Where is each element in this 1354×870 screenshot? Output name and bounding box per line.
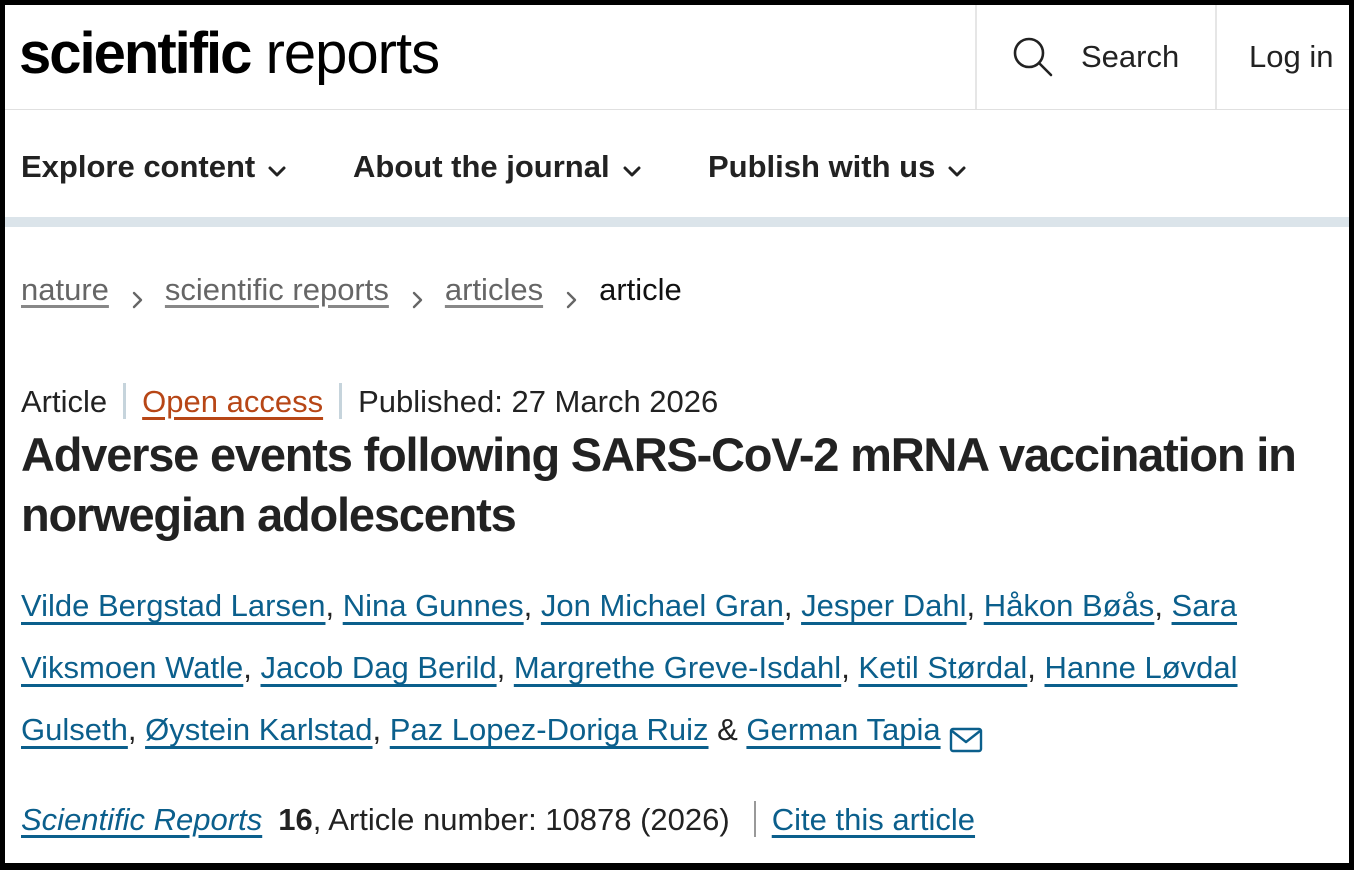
breadcrumb: nature scientific reports articles article	[21, 269, 682, 311]
login-label: Log in	[1249, 39, 1334, 74]
author-link[interactable]: Nina Gunnes	[343, 588, 524, 623]
author-separator: ,	[783, 588, 802, 623]
published-date: Published: 27 March 2026	[358, 384, 719, 419]
nav-item-about-the-journal[interactable]: About the journal	[353, 147, 644, 187]
author-separator: ,	[841, 650, 859, 685]
journal-link[interactable]: Scientific Reports	[21, 802, 262, 837]
meta-divider	[123, 382, 127, 419]
breadcrumb-link-nature[interactable]: nature	[21, 272, 109, 307]
breadcrumb-current: article	[599, 272, 682, 307]
article-meta: Article Open access Published: 27 March 20…	[21, 381, 718, 423]
search-button[interactable]: Search	[975, 5, 1217, 109]
nav-item-explore-content[interactable]: Explore content	[21, 147, 289, 187]
author-link[interactable]: Margrethe Greve-Isdahl	[514, 650, 841, 685]
author-list: Vilde Bergstad Larsen, Nina Gunnes, Jon …	[21, 575, 1311, 761]
author-separator: ,	[127, 712, 146, 747]
nav-item-publish-with-us[interactable]: Publish with us	[708, 147, 969, 187]
author-link[interactable]: Øystein Karlstad	[145, 712, 372, 747]
article-page: scientific reports Search Log in Explore…	[5, 5, 1349, 863]
cite-this-article-link[interactable]: Cite this article	[772, 802, 975, 837]
author-separator: ,	[966, 588, 984, 623]
search-label: Search	[1081, 39, 1180, 74]
author-last-separator: &	[708, 712, 747, 747]
author-separator: ,	[325, 588, 343, 623]
window-frame: scientific reports Search Log in Explore…	[0, 0, 1354, 870]
breadcrumb-link-scientific-reports[interactable]: scientific reports	[165, 272, 389, 307]
volume-number: 16	[278, 802, 313, 837]
chevron-right-icon	[561, 279, 581, 309]
logo-light-text: reports	[265, 21, 441, 86]
nav-item-label: Publish with us	[708, 149, 936, 184]
chevron-down-icon	[620, 154, 644, 178]
author-separator: ,	[1154, 588, 1172, 623]
mail-icon[interactable]	[949, 712, 983, 753]
article-number: , Article number: 10878 (2026)	[312, 802, 730, 837]
citation-line: Scientific Reports 16, Article number: 10…	[21, 799, 975, 841]
author-link[interactable]: Vilde Bergstad Larsen	[21, 588, 325, 623]
chevron-right-icon	[407, 279, 427, 309]
breadcrumb-link-articles[interactable]: articles	[445, 272, 543, 307]
author-separator: ,	[523, 588, 541, 623]
chevron-right-icon	[127, 279, 147, 309]
search-icon	[1011, 35, 1055, 79]
nav-divider	[5, 217, 1349, 227]
author-link[interactable]: Paz Lopez-Doriga Ruiz	[390, 712, 709, 747]
author-link[interactable]: German Tapia	[746, 712, 940, 747]
chevron-down-icon	[945, 154, 969, 178]
article-title: Adverse events following SARS-CoV-2 mRNA…	[21, 428, 1297, 541]
author-link[interactable]: Ketil Størdal	[858, 650, 1027, 685]
site-logo[interactable]: scientific reports	[19, 19, 441, 89]
open-access-link[interactable]: Open access	[142, 384, 323, 419]
nav-item-label: About the journal	[353, 149, 610, 184]
author-separator: ,	[1027, 650, 1045, 685]
logo-bold-text: scientific	[19, 21, 252, 86]
author-separator: ,	[496, 650, 514, 685]
author-link[interactable]: Håkon Bøås	[984, 588, 1155, 623]
meta-divider	[339, 382, 343, 419]
chevron-down-icon	[265, 154, 289, 178]
citation-divider	[753, 800, 756, 837]
author-link[interactable]: Jon Michael Gran	[541, 588, 784, 623]
login-button[interactable]: Log in	[1215, 5, 1349, 109]
article-type: Article	[21, 384, 108, 419]
site-header: scientific reports Search Log in	[5, 5, 1349, 110]
nav-item-label: Explore content	[21, 149, 256, 184]
author-separator: ,	[243, 650, 261, 685]
author-link[interactable]: Jacob Dag Berild	[261, 650, 497, 685]
author-separator: ,	[372, 712, 390, 747]
main-nav: Explore content About the journal Publis…	[5, 109, 1349, 217]
author-link[interactable]: Jesper Dahl	[801, 588, 966, 623]
